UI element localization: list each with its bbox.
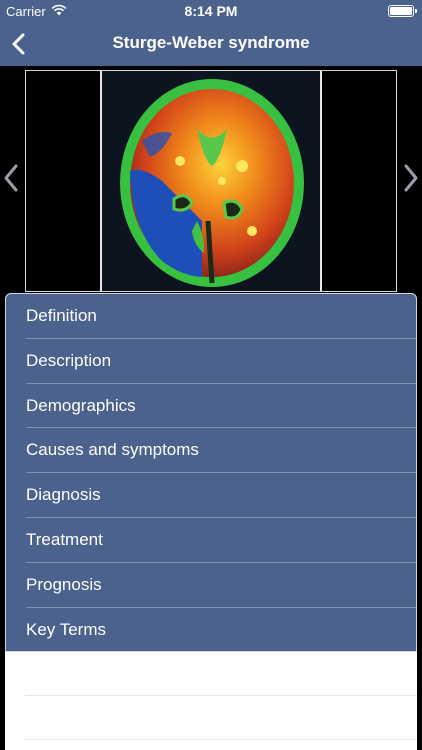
divider [25,739,417,740]
topic-treatment[interactable]: Treatment [6,518,416,563]
topic-causes-and-symptoms[interactable]: Causes and symptoms [6,428,416,474]
topic-diagnosis[interactable]: Diagnosis [6,473,416,518]
topics-card: Definition Description Demographics Caus… [5,293,417,750]
topic-label: Description [26,350,112,370]
topic-label: Diagnosis [26,485,101,505]
topic-label: Prognosis [26,574,102,594]
battery-icon [388,5,417,17]
empty-row [5,696,417,740]
topic-label: Causes and symptoms [26,440,199,460]
brain-scan-image [100,71,322,291]
topic-prognosis[interactable]: Prognosis [6,563,416,608]
topic-key-terms[interactable]: Key Terms [6,608,416,653]
navigation-bar: Sturge-Weber syndrome [0,22,422,66]
image-carousel [0,66,422,294]
topic-label: Demographics [26,395,136,415]
topic-description[interactable]: Description [6,339,416,384]
empty-row [5,652,417,696]
previous-image-button[interactable] [0,162,24,194]
next-image-button[interactable] [398,162,422,194]
topic-label: Definition [26,306,97,325]
page-title: Sturge-Weber syndrome [112,33,310,52]
status-time: 8:14 PM [184,3,238,19]
image-frame[interactable] [25,70,397,292]
status-bar: Carrier 8:14 PM [0,0,422,22]
topic-label: Key Terms [26,619,106,639]
topic-label: Treatment [26,529,103,549]
topics-list: Definition Description Demographics Caus… [5,293,417,652]
topic-demographics[interactable]: Demographics [6,384,416,429]
topic-definition[interactable]: Definition [6,294,416,339]
